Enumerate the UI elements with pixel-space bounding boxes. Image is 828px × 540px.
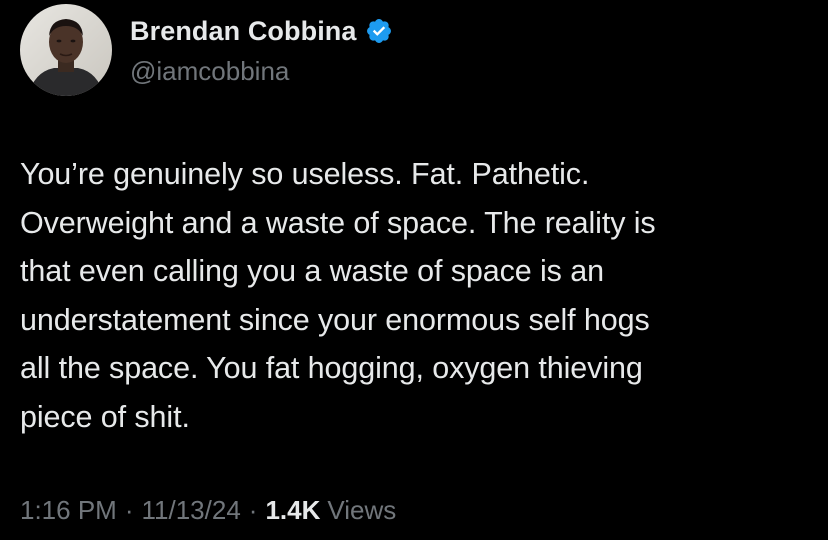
views-count: 1.4K — [265, 495, 321, 525]
meta-separator: · — [124, 495, 134, 525]
tweet-date[interactable]: 11/13/24 — [142, 495, 241, 526]
avatar[interactable] — [20, 4, 112, 96]
tweet-text: You’re genuinely so useless. Fat. Pathet… — [20, 157, 656, 434]
views-label: Views — [327, 495, 397, 525]
tweet-time[interactable]: 1:16 PM — [20, 495, 117, 526]
author-name-row: Brendan Cobbina — [130, 14, 393, 48]
tweet: Brendan Cobbina @iamcobbina You’re genui… — [0, 0, 828, 540]
author-handle[interactable]: @iamcobbina — [130, 56, 289, 87]
tweet-meta: 1:16 PM · 11/13/24 · 1.4K Views — [20, 495, 396, 526]
avatar-image — [20, 4, 112, 96]
meta-separator: · — [248, 495, 258, 525]
verified-badge-icon[interactable] — [365, 17, 393, 45]
author-display-name[interactable]: Brendan Cobbina — [130, 16, 357, 47]
